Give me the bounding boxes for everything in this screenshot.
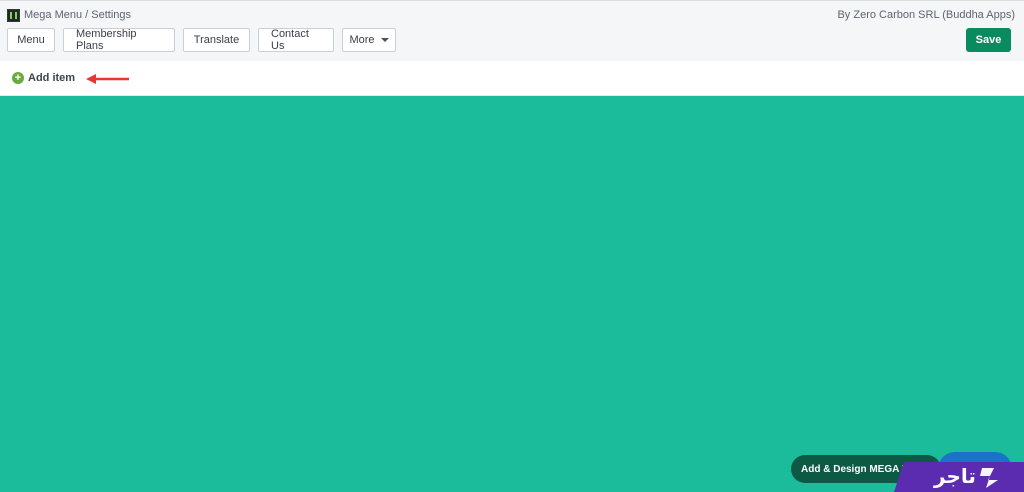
tab-more-label: More (349, 34, 375, 46)
tab-contact-us[interactable]: Contact Us (258, 28, 334, 52)
plus-circle-icon: + (12, 72, 24, 84)
chevron-down-icon (380, 38, 389, 42)
save-button[interactable]: Save (966, 28, 1011, 52)
app-logo-icon (7, 8, 20, 22)
top-bar: Mega Menu / Settings By Zero Carbon SRL … (0, 0, 1024, 61)
add-item-label: Add item (28, 72, 76, 84)
nav-tabs: Menu Membership Plans Translate Contact … (7, 28, 404, 52)
arrow-left-icon (86, 74, 129, 84)
developer-byline: By Zero Carbon SRL (Buddha Apps) (837, 9, 1015, 21)
tab-more[interactable]: More (342, 28, 396, 52)
breadcrumb: Mega Menu / Settings (7, 8, 131, 22)
tab-translate[interactable]: Translate (183, 28, 250, 52)
tab-menu[interactable]: Menu (7, 28, 55, 52)
editor-toolbar: + Add item (0, 61, 1024, 96)
brand-logo-text: تاجر (934, 464, 976, 488)
menu-canvas (0, 96, 1024, 492)
tab-membership-plans[interactable]: Membership Plans (63, 28, 175, 52)
add-item-button[interactable]: + Add item (12, 72, 75, 84)
breadcrumb-text: Mega Menu / Settings (24, 9, 132, 21)
